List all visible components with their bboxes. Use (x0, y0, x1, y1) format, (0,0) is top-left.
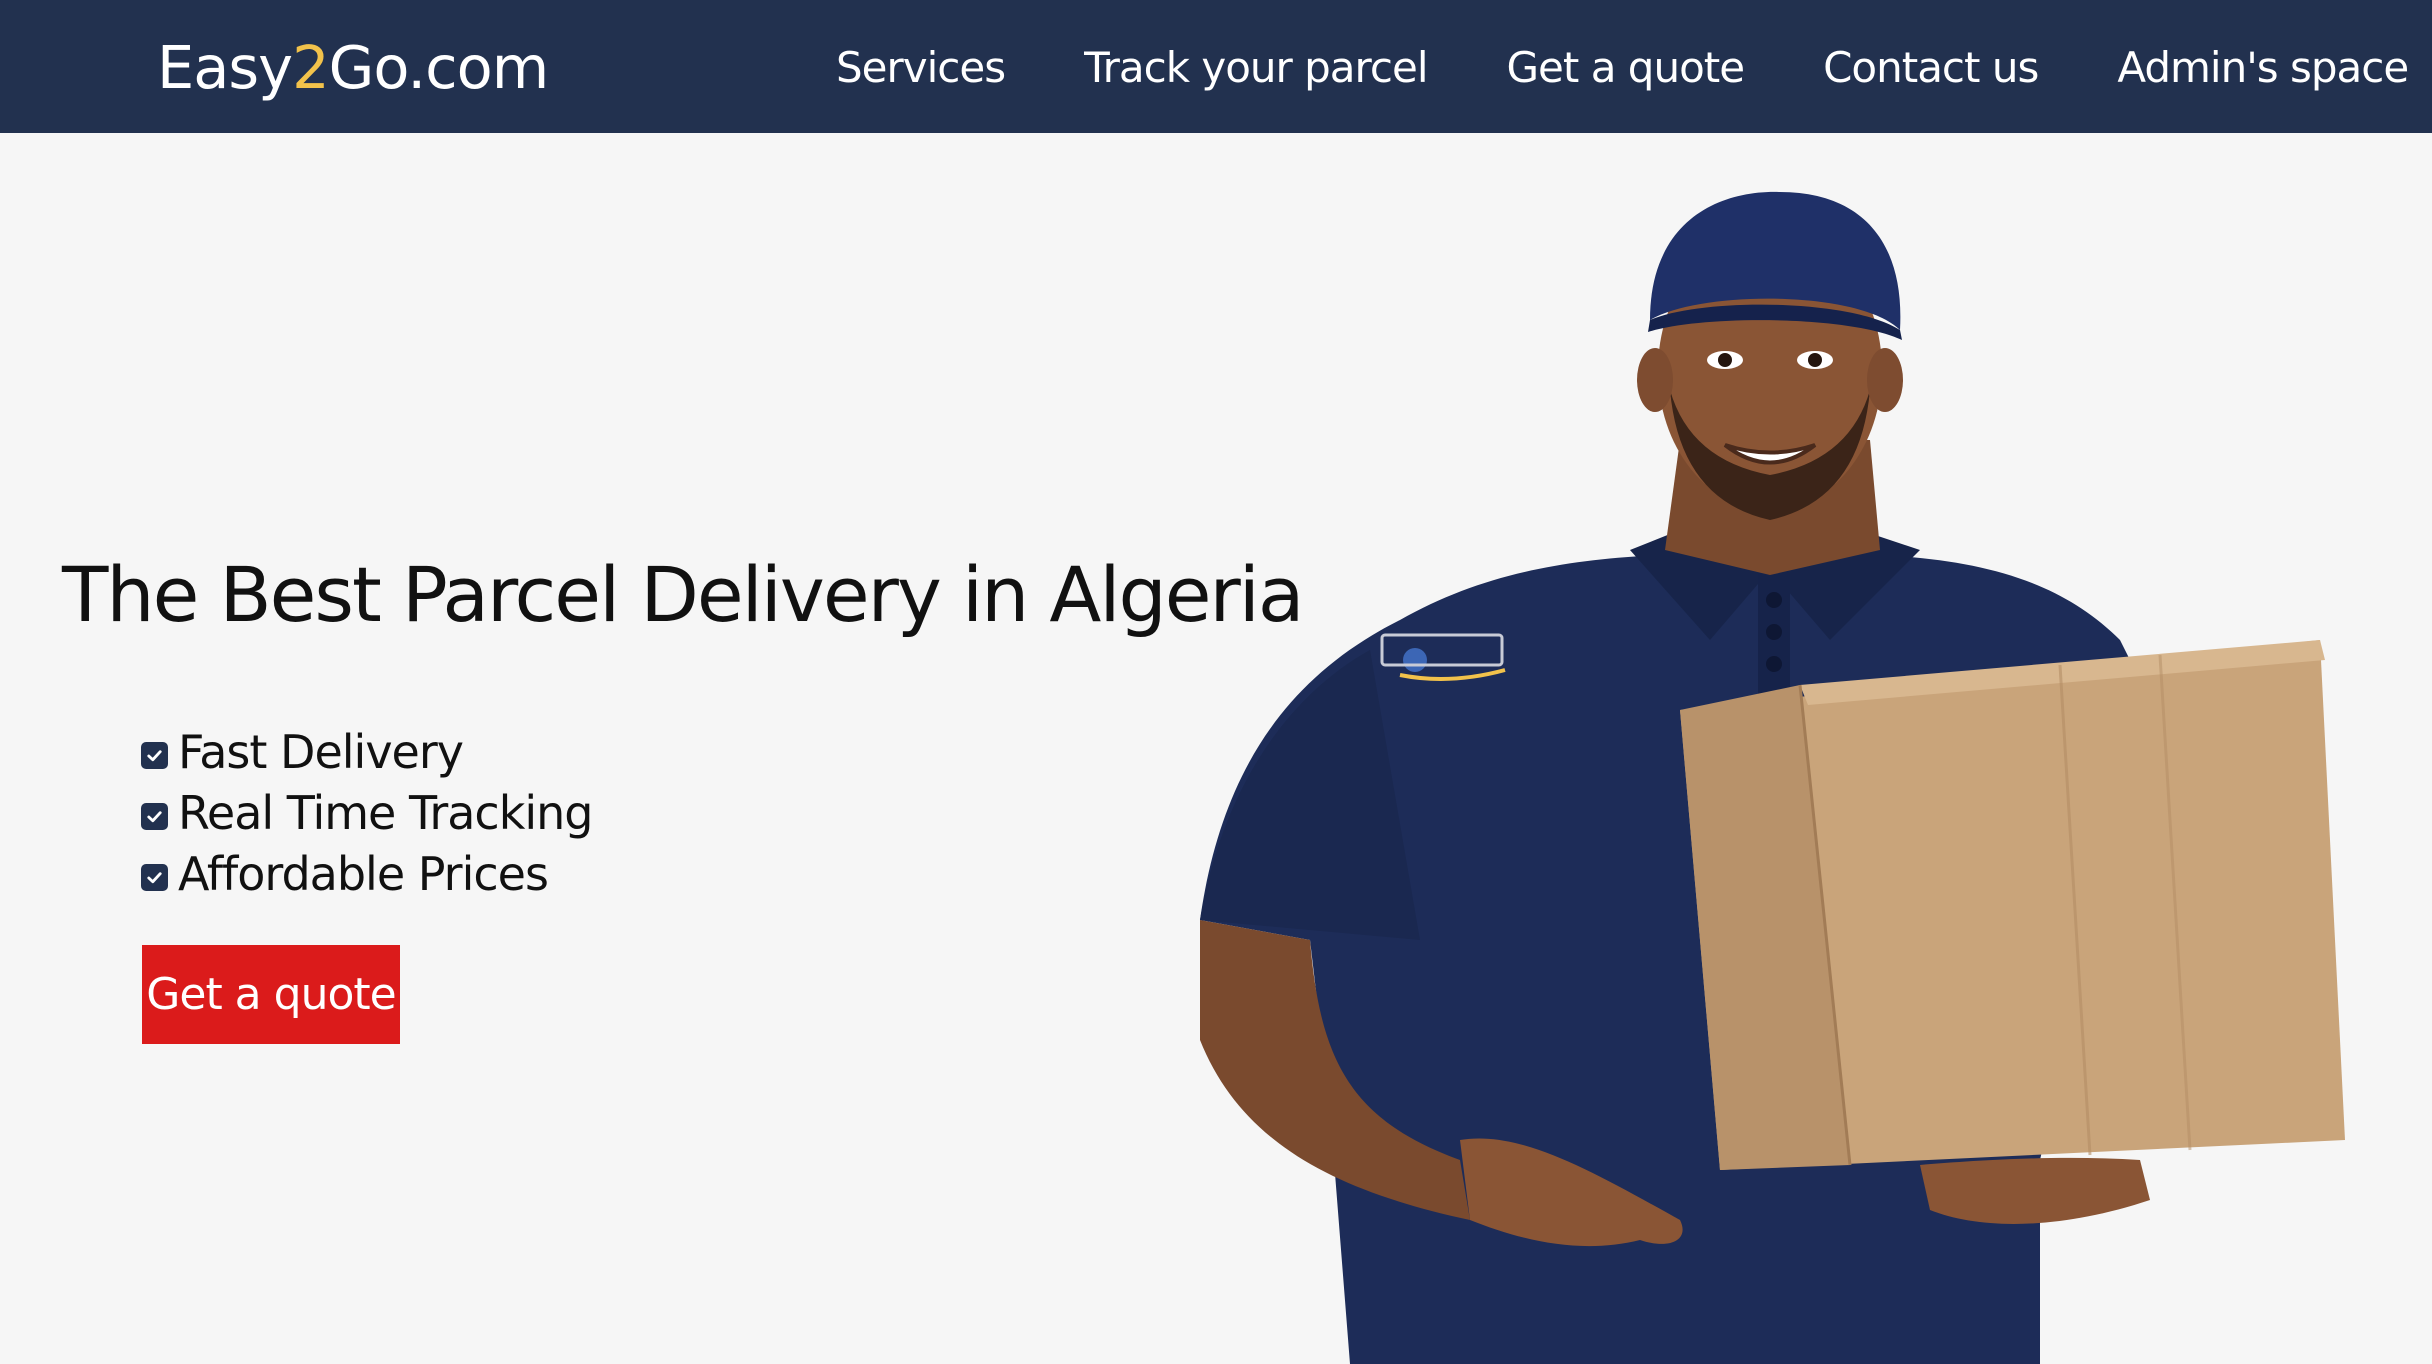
get-quote-button[interactable]: Get a quote (142, 945, 400, 1044)
nav-item-contact[interactable]: Contact us (1823, 36, 2039, 100)
cardboard-box (1680, 640, 2345, 1170)
feature-label: Fast Delivery (178, 724, 464, 779)
nav-item-track-parcel[interactable]: Track your parcel (1084, 36, 1428, 100)
checkbox-checked-icon (141, 803, 168, 830)
top-navbar: Easy2Go.com Services Track your parcel G… (0, 0, 2432, 133)
feature-item: Real Time Tracking (141, 782, 593, 843)
feature-label: Real Time Tracking (178, 785, 593, 840)
logo-text-suffix: Go.com (328, 33, 550, 102)
checkbox-checked-icon (141, 742, 168, 769)
logo-text-prefix: Easy (157, 33, 293, 102)
feature-list: Fast Delivery Real Time Tracking Afforda… (141, 721, 593, 904)
site-logo[interactable]: Easy2Go.com (157, 28, 550, 108)
feature-item: Fast Delivery (141, 721, 593, 782)
nav-item-get-quote[interactable]: Get a quote (1507, 36, 1746, 100)
feature-label: Affordable Prices (178, 846, 549, 901)
feature-item: Affordable Prices (141, 843, 593, 904)
courier-right-hand (1920, 1157, 2150, 1224)
nav-links: Services Track your parcel Get a quote C… (836, 36, 2409, 100)
logo-text-accent: 2 (292, 33, 330, 102)
checkbox-checked-icon (141, 864, 168, 891)
nav-item-admin[interactable]: Admin's space (2117, 36, 2409, 100)
nav-item-services[interactable]: Services (836, 36, 1006, 100)
hero-title: The Best Parcel Delivery in Algeria (62, 550, 1304, 639)
courier-holding-box-photo (1200, 191, 2345, 1364)
